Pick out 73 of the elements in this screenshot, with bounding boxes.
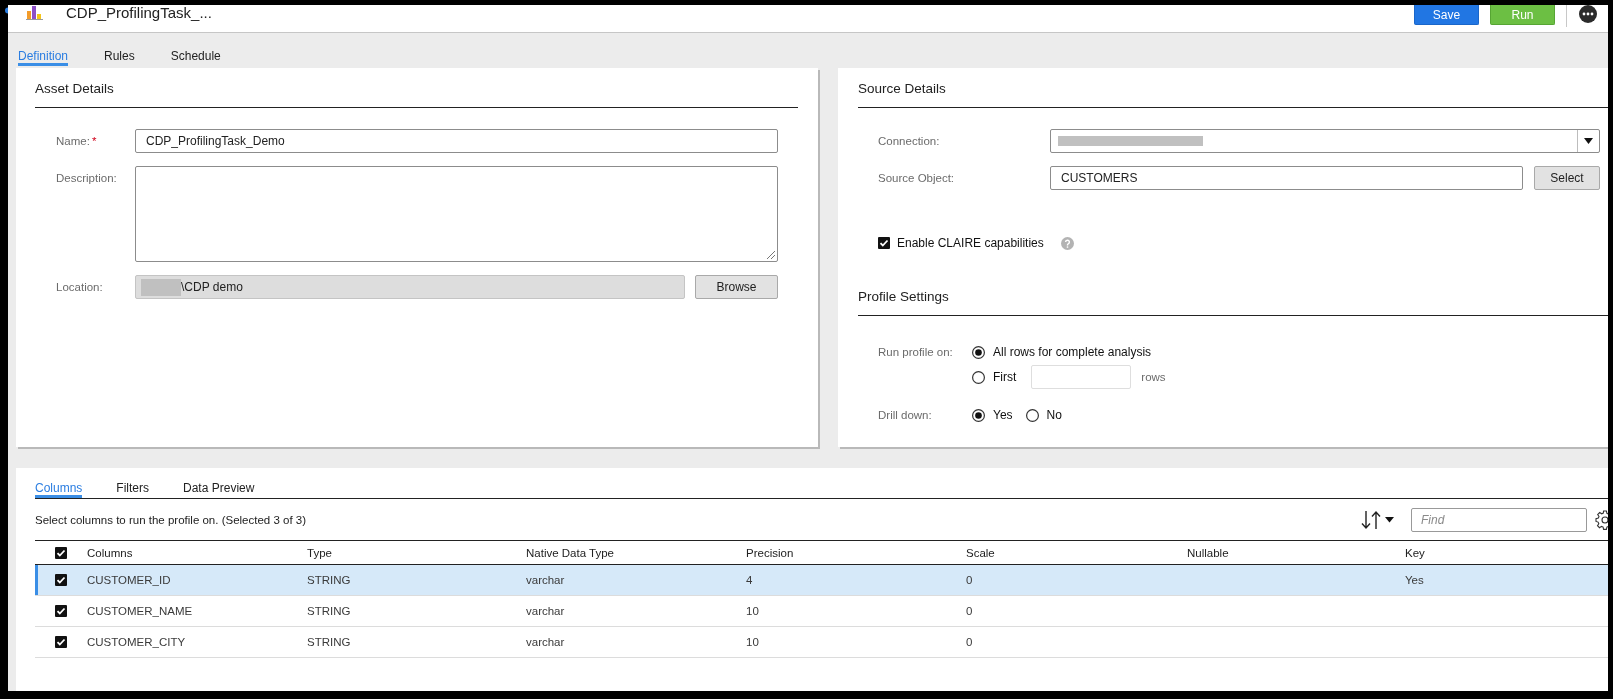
tab[interactable]: Schedule bbox=[170, 33, 221, 66]
settings-icon[interactable] bbox=[1593, 508, 1608, 531]
name-field[interactable]: CDP_ProfilingTask_Demo bbox=[135, 129, 778, 153]
select-button[interactable]: Select bbox=[1534, 166, 1600, 190]
checkbox[interactable] bbox=[55, 574, 67, 586]
table-cell: 0 bbox=[966, 636, 973, 648]
table-cell: varchar bbox=[526, 636, 565, 648]
checkbox[interactable] bbox=[55, 546, 67, 559]
column-header: Key bbox=[1405, 546, 1425, 559]
field-label: Source Object: bbox=[878, 171, 955, 185]
browse-button[interactable]: Browse bbox=[695, 275, 778, 299]
table-cell: 0 bbox=[966, 605, 973, 617]
section-heading: Profile Settings bbox=[858, 289, 949, 304]
radio-button[interactable] bbox=[972, 370, 985, 384]
radio-label[interactable]: No bbox=[1046, 408, 1062, 422]
section-heading: Asset Details bbox=[35, 81, 114, 96]
column-header: Type bbox=[307, 546, 332, 559]
table-cell: STRING bbox=[307, 605, 351, 617]
radio-label[interactable]: Yes bbox=[993, 408, 1013, 422]
radio-label[interactable]: All rows for complete analysis bbox=[993, 345, 1152, 359]
selection-summary: Select columns to run the profile on. (Selected 3 of 3) bbox=[35, 513, 307, 526]
table-cell: 10 bbox=[746, 605, 759, 617]
table-cell: 10 bbox=[746, 636, 759, 648]
field-label: Connection: bbox=[878, 134, 940, 148]
checkbox[interactable] bbox=[55, 605, 67, 617]
location-field[interactable]: \CDP demo bbox=[135, 275, 685, 299]
table-cell: CUSTOMER_NAME bbox=[87, 605, 193, 617]
row-count-field[interactable] bbox=[1031, 365, 1132, 389]
table-cell: CUSTOMER_CITY bbox=[87, 636, 186, 648]
field-label: Run profile on: bbox=[878, 345, 953, 360]
table-cell: 0 bbox=[966, 574, 973, 586]
tab[interactable]: Filters bbox=[116, 468, 150, 498]
save-button[interactable]: Save bbox=[1414, 5, 1479, 25]
table-cell: varchar bbox=[526, 574, 565, 586]
field-label: Description: bbox=[56, 171, 117, 185]
column-header: Precision bbox=[746, 546, 794, 559]
column-header: Columns bbox=[87, 546, 133, 559]
column-header: Scale bbox=[966, 546, 995, 559]
resize-handle-icon[interactable] bbox=[766, 250, 775, 259]
field-label: Location: bbox=[56, 280, 103, 294]
unit-label: rows bbox=[1141, 371, 1166, 383]
bar-chart-logo-icon bbox=[26, 5, 43, 20]
radio-button[interactable] bbox=[972, 408, 985, 422]
sort-icon[interactable] bbox=[1360, 509, 1395, 530]
description-field[interactable] bbox=[135, 166, 778, 262]
field-label: Name: * bbox=[56, 134, 97, 148]
caret-icon bbox=[1584, 138, 1593, 144]
table-cell: STRING bbox=[307, 636, 351, 648]
field-label: Drill down: bbox=[878, 408, 932, 423]
table-row[interactable]: CUSTOMER_ID STRING varchar 4 0 Yes bbox=[35, 565, 1608, 596]
radio-button[interactable] bbox=[1025, 408, 1039, 422]
source-object-field[interactable]: CUSTOMERS bbox=[1050, 166, 1523, 190]
table-cell: 4 bbox=[746, 574, 753, 586]
table-cell: STRING bbox=[307, 574, 351, 586]
page-title: CDP_ProfilingTask_... bbox=[66, 5, 212, 21]
tab[interactable]: Data Preview bbox=[183, 468, 255, 498]
checkbox[interactable] bbox=[878, 237, 890, 249]
location-value: \CDP demo bbox=[181, 280, 243, 294]
connection-dropdown[interactable] bbox=[1050, 129, 1600, 153]
table-cell: CUSTOMER_ID bbox=[87, 574, 171, 586]
checkbox-label[interactable]: Enable CLAIRE capabilities bbox=[897, 236, 1044, 250]
radio-button[interactable] bbox=[972, 345, 985, 359]
radio-label[interactable]: First bbox=[993, 370, 1017, 384]
column-header: Native Data Type bbox=[526, 546, 614, 559]
more-icon[interactable] bbox=[1579, 5, 1597, 23]
find-placeholder: Find bbox=[1421, 512, 1445, 527]
tab[interactable]: Rules bbox=[104, 33, 135, 66]
table-cell: varchar bbox=[526, 605, 565, 617]
table-cell: Yes bbox=[1405, 574, 1424, 586]
column-header: Nullable bbox=[1187, 546, 1229, 559]
section-heading: Source Details bbox=[858, 81, 946, 96]
find-field[interactable]: Find bbox=[1411, 507, 1587, 532]
checkbox[interactable] bbox=[55, 636, 67, 648]
